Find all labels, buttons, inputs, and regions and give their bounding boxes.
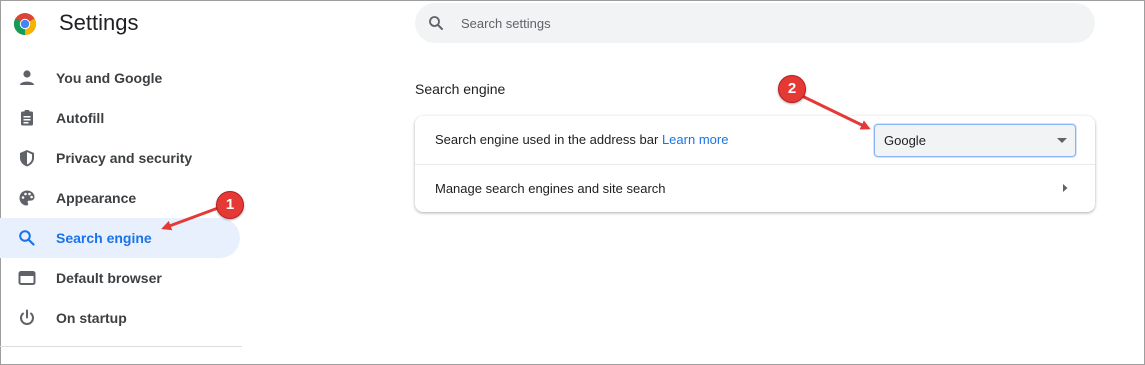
sidebar-item-appearance[interactable]: Appearance xyxy=(0,178,240,218)
sidebar-item-label: On startup xyxy=(56,310,127,326)
annotation-badge-1: 1 xyxy=(216,191,244,219)
section-title: Search engine xyxy=(415,81,506,97)
person-icon xyxy=(20,70,34,85)
sidebar-item-label: Default browser xyxy=(56,270,162,286)
manage-search-engines-label: Manage search engines and site search xyxy=(435,181,666,196)
sidebar-item-on-startup[interactable]: On startup xyxy=(0,298,240,338)
search-icon xyxy=(19,230,35,246)
sidebar-item-label: Privacy and security xyxy=(56,150,193,166)
search-input[interactable] xyxy=(461,13,1061,33)
search-box[interactable] xyxy=(415,3,1095,43)
sidebar-divider xyxy=(0,346,242,347)
search-engine-row-label: Search engine used in the address bar Le… xyxy=(435,132,728,147)
chevron-right-icon xyxy=(1063,184,1068,192)
clipboard-icon xyxy=(21,110,33,126)
sidebar-item-label: Autofill xyxy=(56,110,105,126)
sidebar-item-label: You and Google xyxy=(56,70,163,86)
search-icon xyxy=(429,16,443,30)
sidebar-item-you-and-google[interactable]: You and Google xyxy=(0,58,240,98)
annotation-badge-2: 2 xyxy=(778,75,806,103)
manage-search-engines-row[interactable]: Manage search engines and site search xyxy=(415,165,1095,212)
select-value: Google xyxy=(884,133,926,148)
sidebar: You and Google Autofill Privacy and secu… xyxy=(0,58,242,338)
search-engine-select[interactable]: Google xyxy=(874,124,1076,157)
page-title: Settings xyxy=(59,10,139,35)
search-engine-card: Search engine used in the address bar Le… xyxy=(415,116,1095,212)
caret-down-icon xyxy=(1057,138,1067,143)
sidebar-item-search-engine[interactable]: Search engine xyxy=(0,218,240,258)
sidebar-item-label: Search engine xyxy=(56,230,152,246)
sidebar-item-privacy-and-security[interactable]: Privacy and security xyxy=(0,138,240,178)
search-engine-row: Search engine used in the address bar Le… xyxy=(415,116,1095,164)
browser-window-icon xyxy=(18,271,36,285)
shield-icon xyxy=(20,150,34,167)
sidebar-item-label: Appearance xyxy=(56,190,137,206)
palette-icon xyxy=(19,190,35,206)
row-label-text: Search engine used in the address bar xyxy=(435,132,659,147)
learn-more-link[interactable]: Learn more xyxy=(662,132,728,147)
sidebar-item-autofill[interactable]: Autofill xyxy=(0,98,240,138)
sidebar-item-default-browser[interactable]: Default browser xyxy=(0,258,240,298)
chrome-logo-icon xyxy=(13,13,37,35)
power-icon xyxy=(20,309,34,325)
